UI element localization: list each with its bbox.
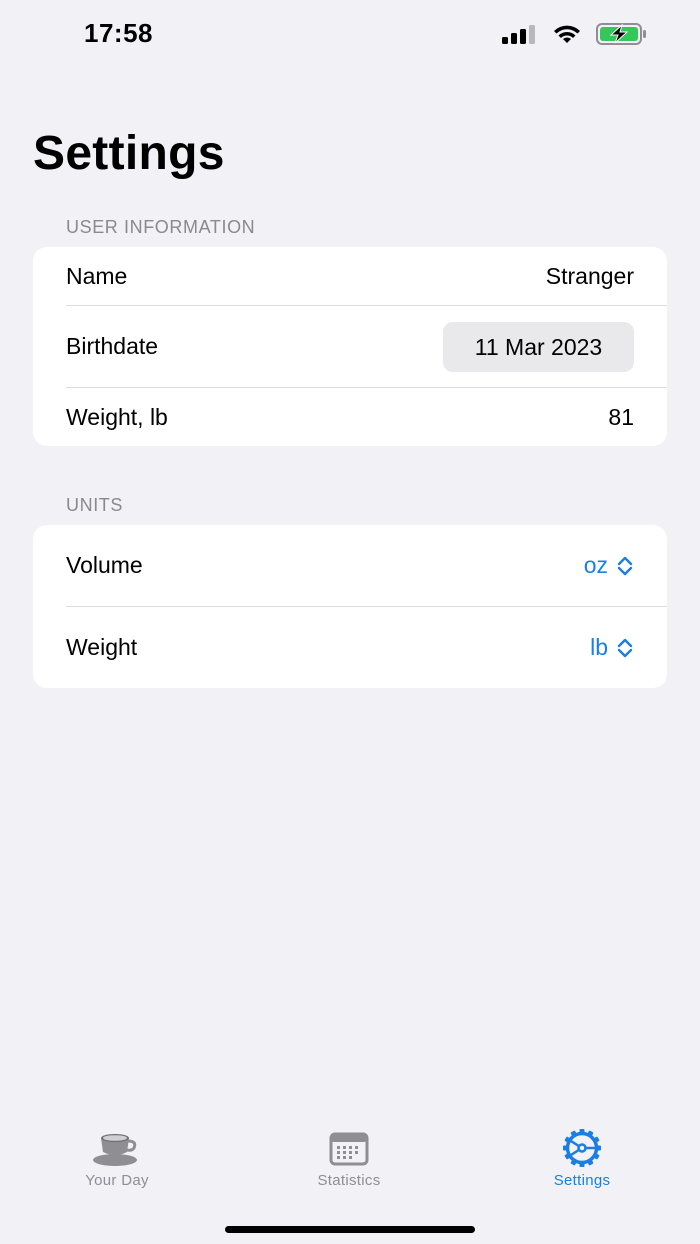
weight-label: Weight, lb (66, 403, 168, 430)
weight-value[interactable]: 81 (608, 404, 634, 431)
weight-unit-row[interactable]: Weight lb (33, 607, 667, 688)
status-time: 17:58 (84, 18, 153, 48)
status-bar: 17:58 (0, 0, 700, 70)
status-icons (502, 22, 648, 46)
user-information-card: Name Stranger Birthdate 11 Mar 2023 Weig… (33, 247, 667, 446)
home-indicator[interactable] (225, 1226, 475, 1233)
tab-statistics[interactable]: Statistics (269, 1128, 429, 1189)
name-value[interactable]: Stranger (546, 263, 634, 290)
cup-icon (93, 1134, 137, 1166)
volume-label: Volume (66, 552, 143, 578)
calendar-icon (329, 1132, 369, 1166)
tab-label: Statistics (317, 1172, 381, 1189)
page-title: Settings (33, 127, 225, 180)
weight-unit-value: lb (590, 634, 608, 660)
volume-unit-picker[interactable]: oz (584, 552, 634, 579)
chevron-up-down-icon (617, 638, 633, 657)
tab-label: Settings (553, 1172, 611, 1189)
chevron-up-down-icon (617, 556, 633, 575)
birthdate-picker[interactable]: 11 Mar 2023 (443, 322, 634, 372)
section-header-user-information: USER INFORMATION (66, 217, 256, 237)
tab-settings[interactable]: Settings (502, 1128, 662, 1189)
tab-your-day[interactable]: Your Day (37, 1128, 197, 1189)
battery-charging-icon (596, 23, 646, 45)
tab-label: Your Day (85, 1172, 149, 1189)
weight-unit-picker[interactable]: lb (590, 634, 634, 661)
wifi-icon (554, 25, 580, 43)
section-header-units: UNITS (66, 495, 123, 515)
birthdate-row: Birthdate 11 Mar 2023 (33, 306, 667, 387)
name-row[interactable]: Name Stranger (33, 247, 667, 305)
cellular-signal-icon (502, 25, 535, 44)
weight-unit-label: Weight (66, 634, 138, 660)
volume-unit-row[interactable]: Volume oz (33, 525, 667, 606)
name-label: Name (66, 262, 128, 289)
weight-row[interactable]: Weight, lb 81 (33, 388, 667, 446)
gear-icon (563, 1129, 601, 1167)
birthdate-label: Birthdate (66, 333, 159, 359)
units-card: Volume oz Weight lb (33, 525, 667, 688)
volume-unit-value: oz (583, 552, 608, 578)
